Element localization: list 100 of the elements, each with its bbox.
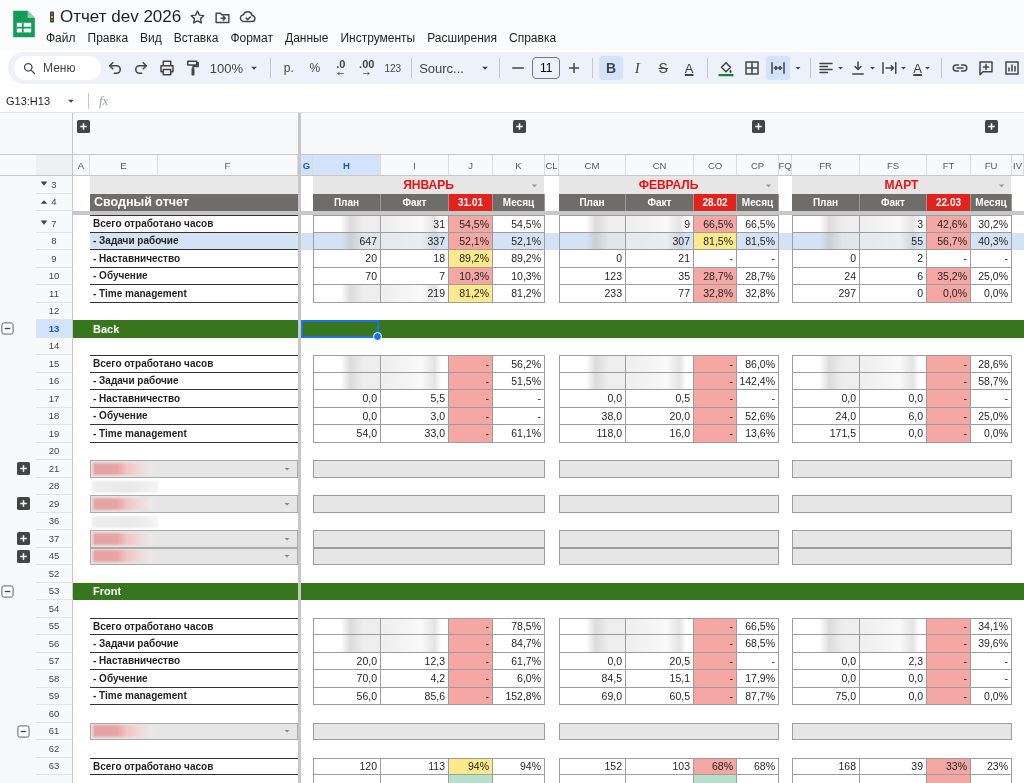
row-number[interactable]: 17 [48, 392, 60, 404]
month-title[interactable]: ФЕВРАЛЬ [559, 176, 779, 194]
text-color-button[interactable]: A [677, 56, 702, 80]
merge-cells-button[interactable] [766, 56, 791, 80]
currency-button[interactable]: р. [276, 56, 301, 80]
row-number[interactable]: 29 [48, 497, 60, 509]
column-header[interactable]: CP [737, 155, 779, 175]
row-number[interactable]: 57 [48, 655, 60, 667]
row-header[interactable]: 54 [36, 600, 73, 618]
strikethrough-button[interactable]: S [651, 56, 676, 80]
row-number[interactable]: 53 [48, 585, 60, 597]
row-header[interactable]: 13 [36, 320, 73, 338]
row-number[interactable]: 11 [49, 287, 59, 299]
menu-item[interactable]: Инструменты [340, 29, 416, 47]
menu-item[interactable]: Формат [230, 29, 274, 47]
row-header[interactable]: 29 [36, 495, 73, 513]
column-header[interactable]: CL [545, 155, 559, 175]
row-number[interactable]: 63 [48, 760, 60, 772]
bold-button[interactable]: B [599, 56, 624, 80]
number-format-button[interactable]: 123 [380, 56, 405, 80]
row-number[interactable]: 37 [48, 532, 60, 544]
menu-item[interactable]: Вид [140, 29, 162, 47]
row-number[interactable]: 12 [48, 305, 60, 317]
group-expand-button[interactable] [751, 120, 765, 133]
column-header[interactable]: FU [971, 155, 1012, 175]
row-number[interactable]: 56 [48, 637, 60, 649]
column-header[interactable]: IV [1012, 155, 1024, 175]
row-number[interactable]: 60 [48, 707, 60, 719]
zoom-dropdown[interactable]: 100% [207, 56, 264, 80]
group-collapse-button[interactable] [1, 322, 14, 336]
row-header[interactable]: 15 [36, 355, 73, 373]
column-header[interactable]: FQ [779, 155, 792, 175]
row-number[interactable]: 19 [48, 427, 60, 439]
group-expand-button[interactable] [17, 532, 30, 546]
group-expand-button[interactable] [17, 462, 30, 476]
column-header[interactable]: I [381, 155, 449, 175]
row-number[interactable]: 3 [51, 178, 57, 190]
group-expand-button[interactable] [512, 120, 526, 133]
column-header[interactable]: FS [860, 155, 927, 175]
group-expand-button[interactable] [17, 549, 30, 563]
month-title[interactable]: ЯНВАРЬ [313, 176, 545, 194]
row-number[interactable]: 36 [48, 515, 60, 527]
row-number[interactable]: 52 [48, 567, 60, 579]
group-expand-button[interactable] [77, 120, 90, 133]
italic-button[interactable]: I [625, 56, 650, 80]
row-number[interactable]: 15 [48, 357, 60, 369]
font-size-field[interactable]: 11 [532, 57, 561, 79]
column-header[interactable]: CM [559, 155, 626, 175]
column-header[interactable]: CO [694, 155, 737, 175]
row-header[interactable]: 19 [36, 425, 73, 443]
row-number[interactable]: 8 [51, 235, 57, 247]
row-number[interactable]: 21 [48, 462, 60, 474]
row-number[interactable]: 45 [48, 550, 60, 562]
row-number[interactable]: 10 [48, 270, 60, 282]
row-header[interactable]: 56 [36, 635, 73, 653]
column-header[interactable]: E [90, 155, 158, 175]
row-number[interactable]: 4 [51, 196, 57, 208]
group-collapse-button[interactable] [17, 724, 30, 738]
row-header[interactable]: 3 [36, 176, 73, 194]
menu-item[interactable]: Вставка [173, 29, 219, 47]
search-bar[interactable]: Меню [14, 56, 101, 80]
column-header[interactable]: FR [792, 155, 860, 175]
group-expand-button[interactable] [985, 120, 998, 133]
group-collapse-button[interactable] [1, 584, 14, 598]
menu-item[interactable]: Справка [509, 29, 557, 47]
font-dropdown[interactable]: Sourc... [417, 56, 494, 80]
row-number[interactable]: 61 [48, 725, 60, 737]
row-number[interactable]: 28 [48, 480, 60, 492]
row-number[interactable]: 54 [48, 602, 60, 614]
star-icon[interactable] [189, 8, 207, 26]
row-header[interactable]: 58 [36, 670, 73, 688]
row-header[interactable]: 62 [36, 740, 73, 758]
row-number[interactable]: 9 [51, 252, 57, 264]
column-header[interactable]: A [73, 155, 90, 175]
row-number[interactable]: 59 [48, 690, 60, 702]
row-number[interactable]: 20 [48, 445, 60, 457]
row-header[interactable]: 52 [36, 565, 73, 583]
row-header[interactable]: 7 [36, 215, 73, 233]
row-number[interactable]: 14 [48, 340, 60, 352]
percent-button[interactable]: % [302, 56, 327, 80]
column-header[interactable]: K [493, 155, 545, 175]
row-header[interactable]: 11 [36, 285, 73, 303]
column-header[interactable]: CN [626, 155, 694, 175]
row-header[interactable]: 60 [36, 705, 73, 723]
menu-item[interactable]: Данные [285, 29, 329, 47]
month-title[interactable]: МАРТ [792, 176, 1012, 194]
row-number[interactable]: 7 [51, 217, 57, 229]
text-rotation-button[interactable]: A [911, 56, 936, 80]
menu-item[interactable]: Файл [46, 29, 76, 47]
row-number[interactable]: 16 [48, 375, 60, 387]
column-header[interactable]: FT [927, 155, 971, 175]
row-header[interactable]: 9 [36, 250, 73, 268]
row-number[interactable]: 18 [48, 410, 60, 422]
column-header[interactable]: F [158, 155, 298, 175]
row-number[interactable]: 62 [48, 742, 60, 754]
menu-item[interactable]: Расширения [427, 29, 497, 47]
increase-decimals-button[interactable]: .00 [354, 56, 379, 80]
name-box[interactable]: G13:H13 [6, 94, 80, 108]
decrease-decimals-button[interactable]: .0 [328, 56, 353, 80]
menu-item[interactable]: Правка [87, 29, 129, 47]
